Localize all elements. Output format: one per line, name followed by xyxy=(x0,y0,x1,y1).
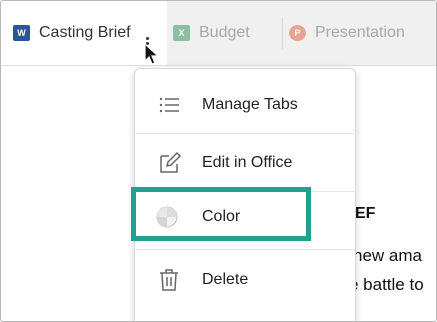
document-line: new ama xyxy=(353,246,422,265)
list-icon xyxy=(159,97,179,113)
menu-item-label: Edit in Office xyxy=(202,154,293,171)
excel-doc-icon: X xyxy=(173,25,190,41)
word-doc-icon: W xyxy=(13,25,30,41)
tab-label: Budget xyxy=(199,24,250,41)
app-window: W Casting Brief X Budget P Presentation … xyxy=(0,0,437,322)
trash-icon xyxy=(160,268,178,291)
menu-item-label: Manage Tabs xyxy=(202,96,298,113)
color-wheel-icon xyxy=(156,206,178,228)
menu-item-edit-in-office[interactable]: Edit in Office xyxy=(135,135,355,192)
menu-item-label: Color xyxy=(202,208,241,225)
menu-item-label: Delete xyxy=(202,270,249,288)
mouse-cursor-icon xyxy=(144,43,160,65)
menu-item-delete[interactable]: Delete xyxy=(135,251,355,308)
powerpoint-doc-icon: P xyxy=(289,25,306,41)
tab-bar: W Casting Brief X Budget P Presentation xyxy=(1,1,436,66)
menu-item-manage-tabs[interactable]: Manage Tabs xyxy=(135,77,355,134)
tab-presentation[interactable]: P Presentation xyxy=(283,1,436,65)
color-option-highlight[interactable]: Color xyxy=(131,187,311,241)
tab-budget[interactable]: X Budget xyxy=(167,1,283,65)
tab-label: Casting Brief xyxy=(39,24,131,41)
tab-casting-brief[interactable]: W Casting Brief xyxy=(1,1,167,65)
edit-icon xyxy=(160,151,181,173)
document-line: e battle to xyxy=(349,275,424,294)
tab-label: Presentation xyxy=(315,24,405,41)
